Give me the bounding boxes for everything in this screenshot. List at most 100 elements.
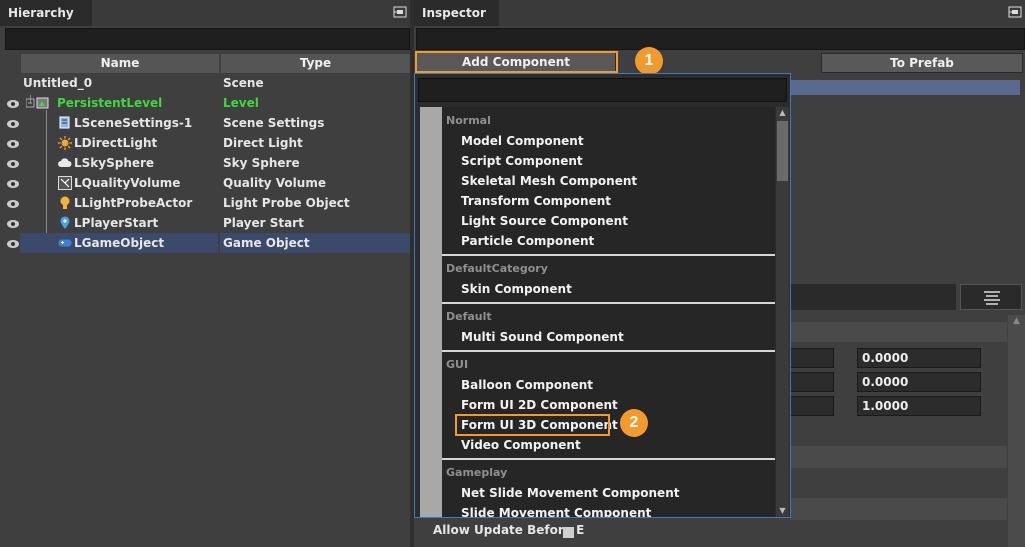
row-type: Direct Light <box>223 136 303 150</box>
hierarchy-search-input[interactable] <box>5 28 410 50</box>
eye-icon[interactable] <box>6 138 20 148</box>
row-type: Scene Settings <box>223 116 325 130</box>
row-type: Quality Volume <box>223 176 326 190</box>
tree-row[interactable]: LPlayerStart Player Start <box>0 213 410 233</box>
tree-row[interactable]: Untitled_0 Scene <box>0 73 410 93</box>
menu-item[interactable]: Form UI 2D Component <box>461 398 618 412</box>
scene-settings-icon <box>58 116 72 130</box>
menu-item[interactable]: Particle Component <box>461 234 594 248</box>
value-field-y[interactable]: 0.0000 <box>857 372 981 392</box>
category-separator <box>442 458 775 460</box>
quality-volume-icon <box>58 176 72 190</box>
dropdown-gutter <box>420 107 442 517</box>
scroll-down-arrow-icon[interactable]: ▼ <box>778 506 787 515</box>
dropdown-scrollbar[interactable]: ▲ ▼ <box>776 107 789 517</box>
eye-icon[interactable] <box>6 198 20 208</box>
component-search-input[interactable] <box>418 78 787 102</box>
menu-item[interactable]: Light Source Component <box>461 214 628 228</box>
callout-badge-1: 1 <box>635 47 663 75</box>
menu-item[interactable]: Skeletal Mesh Component <box>461 174 637 188</box>
eye-icon[interactable] <box>6 158 20 168</box>
category-separator <box>442 254 775 256</box>
scroll-up-arrow-icon[interactable]: ▲ <box>778 108 787 117</box>
eye-icon[interactable] <box>6 218 20 228</box>
eye-icon[interactable] <box>6 238 20 248</box>
eye-icon[interactable] <box>6 98 20 108</box>
list-icon <box>984 291 1000 305</box>
row-name: LDirectLight <box>74 136 158 150</box>
tree-row[interactable]: LLightProbeActor Light Probe Object <box>0 193 410 213</box>
row-type: Light Probe Object <box>223 196 350 210</box>
value-field-z[interactable]: 1.0000 <box>857 396 981 416</box>
list-view-button[interactable] <box>960 284 1022 310</box>
menu-item[interactable]: Skin Component <box>461 282 572 296</box>
section-divider <box>790 498 1007 520</box>
category-label: Gameplay <box>446 466 508 479</box>
allow-update-checkbox[interactable] <box>563 527 574 538</box>
category-label: Normal <box>446 114 491 127</box>
pin-icon[interactable] <box>1008 6 1022 18</box>
row-type: Level <box>223 96 259 110</box>
category-label: GUI <box>446 358 469 371</box>
menu-item[interactable]: Balloon Component <box>461 378 593 392</box>
category-label: Default <box>446 310 492 323</box>
inspector-header <box>414 0 1025 26</box>
cloud-icon <box>58 156 72 170</box>
highlight-box-add-component <box>415 51 618 73</box>
tree-row[interactable]: LDirectLight Direct Light <box>0 133 410 153</box>
row-name: LLightProbeActor <box>74 196 193 210</box>
tree-row[interactable]: LSkySphere Sky Sphere <box>0 153 410 173</box>
menu-item[interactable]: Slide Movement Component <box>461 506 651 517</box>
eye-icon[interactable] <box>6 118 20 128</box>
menu-item[interactable]: Model Component <box>461 134 584 148</box>
menu-item[interactable]: Multi Sound Component <box>461 330 624 344</box>
location-pin-icon <box>58 216 72 230</box>
scrollbar-thumb[interactable] <box>777 121 788 181</box>
inspector-scrollbar[interactable]: ▲ <box>1008 315 1025 547</box>
lightbulb-icon <box>58 196 72 210</box>
row-name: LPlayerStart <box>74 216 159 230</box>
highlight-box-form-ui-3d <box>455 414 610 436</box>
scroll-up-arrow-icon[interactable]: ▲ <box>1011 317 1022 326</box>
inspector-search-input[interactable] <box>416 28 1025 50</box>
sun-icon <box>58 136 72 150</box>
row-type: Player Start <box>223 216 304 230</box>
row-name: LGameObject <box>74 236 165 250</box>
row-type: Game Object <box>223 236 310 250</box>
column-header-type[interactable]: Type <box>221 54 410 73</box>
row-type: Scene <box>223 76 264 90</box>
to-prefab-button[interactable]: To Prefab <box>821 53 1023 73</box>
tree-row-selected[interactable]: LGameObject Game Object <box>0 233 410 253</box>
row-type: Sky Sphere <box>223 156 300 170</box>
inspector-tab[interactable]: Inspector <box>414 0 499 26</box>
category-separator <box>442 350 775 352</box>
tree-row[interactable]: LSceneSettings-1 Scene Settings <box>0 113 410 133</box>
vector-field[interactable] <box>790 348 834 368</box>
category-separator <box>442 302 775 304</box>
row-name: PersistentLevel <box>57 96 163 110</box>
value-field-x[interactable]: 0.0000 <box>857 348 981 368</box>
pin-icon[interactable] <box>393 6 407 18</box>
tree-row[interactable]: PersistentLevel Level <box>0 93 410 113</box>
menu-item[interactable]: Script Component <box>461 154 583 168</box>
menu-item[interactable]: Transform Component <box>461 194 611 208</box>
properties-toolbar <box>790 284 956 310</box>
level-icon <box>25 96 49 110</box>
row-name: Untitled_0 <box>23 76 93 90</box>
eye-icon[interactable] <box>6 178 20 188</box>
column-header-name[interactable]: Name <box>21 54 219 73</box>
menu-item[interactable]: Net Slide Movement Component <box>461 486 679 500</box>
menu-item[interactable]: Video Component <box>461 438 581 452</box>
tree-row[interactable]: LQualityVolume Quality Volume <box>0 173 410 193</box>
gamepad-icon <box>58 236 72 250</box>
vector-field[interactable] <box>790 372 834 392</box>
callout-badge-2: 2 <box>620 409 648 437</box>
property-section-header[interactable] <box>790 322 1007 342</box>
component-list: Normal Model Component Script Component … <box>442 107 775 517</box>
hierarchy-tab[interactable]: Hierarchy <box>0 0 92 26</box>
row-name: LSceneSettings-1 <box>74 116 193 130</box>
component-selection-bar[interactable] <box>790 80 1020 95</box>
vector-field[interactable] <box>790 396 834 416</box>
allow-update-label: Allow Update Before E <box>433 523 585 537</box>
category-label: DefaultCategory <box>446 262 548 275</box>
